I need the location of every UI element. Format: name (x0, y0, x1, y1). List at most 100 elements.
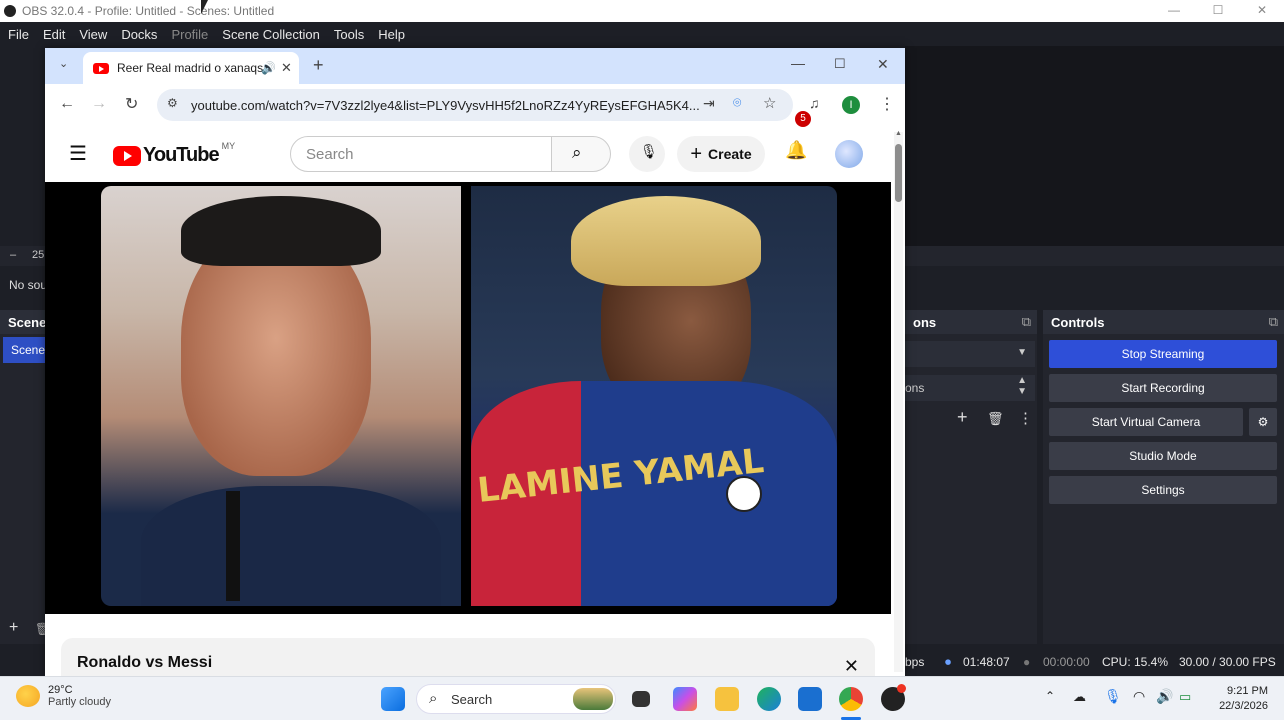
studio-mode-button[interactable]: Studio Mode (1049, 442, 1277, 470)
close-icon[interactable]: ✕ (1240, 0, 1284, 22)
bookmark-star-icon[interactable]: ☆ (763, 94, 776, 112)
minimize-icon[interactable]: — (1152, 0, 1196, 22)
transition-select[interactable]: ▼ (905, 341, 1035, 367)
scroll-up-icon[interactable]: ▲ (895, 130, 902, 137)
obs-window-title: OBS 32.0.4 - Profile: Untitled - Scenes:… (22, 4, 275, 18)
remove-transition-icon[interactable]: 🗑 (987, 411, 1004, 427)
voice-search-button[interactable]: 🎙 (629, 136, 665, 172)
search-highlight-image (573, 688, 613, 710)
bitrate-text: bps (905, 655, 925, 669)
taskbar-search[interactable]: ⌕ Search (416, 684, 616, 714)
menu-docks[interactable]: Docks (117, 27, 165, 42)
tab-title: Reer Real madrid o xanaqsa (117, 61, 270, 75)
chrome-taskbar-icon[interactable] (839, 687, 863, 711)
cloud-offline-icon[interactable]: ☁ (1073, 689, 1086, 705)
close-tab-icon[interactable]: ✕ (281, 60, 292, 76)
ronaldo-photo (101, 186, 461, 606)
audio-playing-icon[interactable]: 🔊 (261, 61, 276, 75)
reload-icon[interactable]: ↻ (125, 94, 138, 114)
task-view-icon[interactable] (632, 691, 650, 707)
youtube-favicon-icon (93, 62, 109, 74)
menu-help[interactable]: Help (374, 27, 413, 42)
chrome-menu-icon[interactable]: ⋮ (879, 94, 895, 114)
start-recording-button[interactable]: Start Recording (1049, 374, 1277, 402)
add-transition-icon[interactable]: + (957, 407, 968, 428)
battery-icon[interactable]: ▭ (1179, 689, 1191, 705)
scrollbar-thumb[interactable] (895, 144, 902, 202)
controls-dock-header: Controls ⧉ (1043, 310, 1284, 334)
stop-streaming-button[interactable]: Stop Streaming (1049, 340, 1277, 368)
youtube-search-input[interactable]: Search (290, 136, 552, 172)
scene-item[interactable]: Scene (3, 337, 45, 363)
lens-icon[interactable]: ⌾ (733, 94, 741, 111)
obs-logo-icon (4, 5, 16, 17)
maximize-icon[interactable]: ☐ (1196, 0, 1240, 22)
record-time: 00:00:00 (1043, 655, 1090, 669)
plus-icon: + (690, 142, 703, 165)
microphone-tray-icon[interactable]: 🎙 (1104, 688, 1122, 705)
close-panel-icon[interactable]: ✕ (844, 656, 859, 677)
undock-controls-icon[interactable]: ⧉ (1269, 314, 1278, 330)
page-scrollbar[interactable]: ▲ (894, 130, 903, 672)
start-windows-icon[interactable] (381, 687, 405, 711)
add-scene-icon[interactable]: + (9, 619, 18, 637)
settings-button[interactable]: Settings (1049, 476, 1277, 504)
forward-icon[interactable]: → (91, 95, 107, 113)
menu-profile[interactable]: Profile (167, 27, 216, 42)
chrome-maximize-icon[interactable]: ☐ (834, 56, 846, 72)
chrome-toolbar: ← → ↻ ⚙ youtube.com/watch?v=7V3zzl2lye4&… (45, 84, 905, 126)
youtube-header: ☰ YouTube MY Search ⌕ 🎙 + Create 🔔 (45, 126, 895, 182)
youtube-logo[interactable]: YouTube MY (113, 141, 235, 167)
youtube-search-button[interactable]: ⌕ (551, 136, 611, 172)
weather-widget[interactable]: 29°C Partly cloudy (16, 684, 111, 708)
temperature: 29°C (48, 684, 73, 696)
copilot-icon[interactable] (673, 687, 697, 711)
site-info-icon[interactable]: ⚙ (167, 96, 178, 110)
url-text: youtube.com/watch?v=7V3zzl2lye4&list=PLY… (191, 97, 700, 113)
volume-icon[interactable]: 🔊 (1156, 688, 1173, 705)
create-button[interactable]: + Create (677, 136, 765, 172)
hamburger-menu-icon[interactable]: ☰ (69, 141, 87, 166)
edge-browser-icon[interactable] (757, 687, 781, 711)
menu-edit[interactable]: Edit (39, 27, 73, 42)
start-virtual-camera-button[interactable]: Start Virtual Camera (1049, 408, 1243, 436)
undock-icon[interactable]: ⧉ (1022, 314, 1031, 330)
system-clock[interactable]: 9:21 PM 22/3/2026 (1210, 684, 1268, 714)
zoom-out-icon[interactable]: – (10, 249, 16, 261)
no-source-label: No sou (9, 278, 48, 292)
cast-icon[interactable]: ⇥ (703, 95, 715, 112)
obs-preview-canvas (905, 46, 1284, 246)
virtual-camera-settings-gear-icon[interactable]: ⚙ (1249, 408, 1277, 436)
chrome-tab-strip: ⌄ Reer Real madrid o xanaqsa 🔊 ✕ + — ☐ ✕ (45, 48, 905, 84)
file-explorer-icon[interactable] (715, 687, 739, 711)
media-controls-icon[interactable]: ♫ (809, 95, 820, 111)
tab-youtube[interactable]: Reer Real madrid o xanaqsa 🔊 ✕ (83, 52, 299, 84)
wifi-icon[interactable]: ◠ (1133, 688, 1145, 705)
more-options-icon[interactable]: ⋮ (1018, 409, 1033, 427)
video-player[interactable]: LAMINE YAMAL (45, 182, 891, 614)
zoom-level: 25 (32, 249, 45, 261)
record-status-icon: ● (1023, 655, 1031, 669)
mouse-cursor-icon (201, 0, 208, 14)
back-icon[interactable]: ← (59, 95, 75, 113)
partly-cloudy-icon (16, 685, 40, 707)
tab-search-chevron-icon[interactable]: ⌄ (59, 57, 68, 70)
tray-chevron-icon[interactable]: ⌃ (1045, 689, 1055, 703)
chrome-close-icon[interactable]: ✕ (877, 56, 889, 73)
windows-taskbar: 29°C Partly cloudy ⌕ Search ⌃ ☁ 🎙 ◠ 🔊 ▭ … (0, 676, 1284, 720)
youtube-account-avatar[interactable] (835, 140, 863, 168)
menu-tools[interactable]: Tools (330, 27, 372, 42)
transition-duration[interactable]: ons ▲ ▼ (905, 375, 1035, 401)
notifications-bell-icon[interactable]: 🔔 (785, 140, 807, 162)
youtube-play-icon (113, 145, 141, 166)
microsoft-store-icon[interactable] (798, 687, 822, 711)
address-bar[interactable]: ⚙ youtube.com/watch?v=7V3zzl2lye4&list=P… (157, 89, 793, 121)
chrome-minimize-icon[interactable]: — (791, 55, 805, 71)
menu-scene-collection[interactable]: Scene Collection (218, 27, 328, 42)
stream-time: 01:48:07 (963, 655, 1010, 669)
menu-file[interactable]: File (4, 27, 37, 42)
menu-view[interactable]: View (75, 27, 115, 42)
video-description-panel: Ronaldo vs Messi ✕ (61, 638, 875, 678)
new-tab-icon[interactable]: + (313, 55, 324, 76)
profile-avatar[interactable]: I (842, 96, 860, 114)
